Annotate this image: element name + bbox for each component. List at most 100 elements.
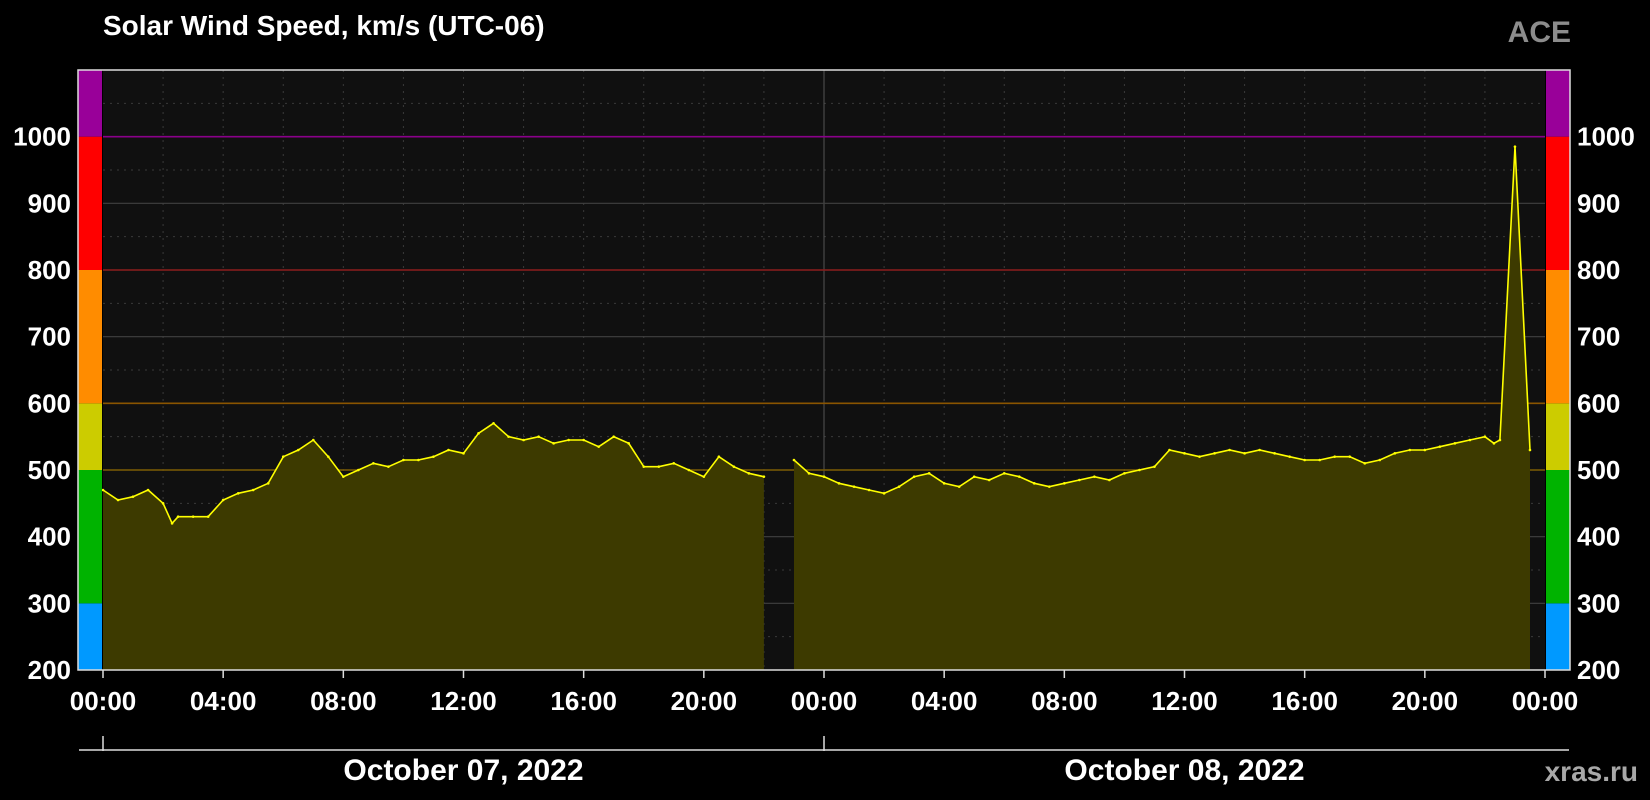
data-point: [522, 438, 525, 442]
data-point: [597, 445, 600, 448]
data-point: [176, 515, 180, 518]
x-tick-label: 08:00: [1031, 686, 1098, 716]
scale-band-right: [1546, 603, 1570, 670]
data-point: [1318, 458, 1321, 462]
data-point: [1002, 472, 1006, 475]
data-point: [372, 462, 375, 465]
data-point: [1243, 452, 1246, 455]
scale-band-left: [78, 603, 102, 670]
data-point: [432, 455, 435, 458]
y-tick-label-right: 900: [1577, 188, 1620, 218]
data-point: [1378, 458, 1382, 462]
data-point: [942, 482, 946, 485]
y-tick-label-left: 1000: [13, 122, 71, 152]
scale-band-left: [78, 403, 102, 470]
data-point: [747, 472, 751, 475]
data-point: [1423, 448, 1427, 452]
data-point: [1063, 482, 1066, 485]
data-point: [1273, 452, 1276, 455]
x-tick-label: 00:00: [1512, 686, 1579, 716]
y-tick-label-left: 900: [28, 188, 71, 218]
data-point: [266, 482, 270, 485]
data-point: [912, 475, 916, 478]
data-point: [1348, 455, 1352, 458]
data-point: [1513, 145, 1517, 148]
data-point: [807, 472, 811, 475]
x-tick-label: 04:00: [911, 686, 978, 716]
data-point: [402, 458, 405, 462]
data-point: [417, 458, 420, 462]
data-point: [191, 515, 195, 518]
data-point: [927, 472, 931, 475]
data-point: [447, 448, 450, 452]
y-tick-label-right: 700: [1577, 322, 1620, 352]
data-point: [387, 465, 390, 468]
data-point: [1492, 442, 1496, 445]
x-tick-label: 20:00: [671, 686, 738, 716]
data-point: [1393, 452, 1397, 455]
data-point: [462, 452, 465, 455]
data-point: [1468, 438, 1472, 442]
data-point: [1078, 478, 1081, 482]
data-point: [1048, 485, 1051, 488]
data-point: [251, 488, 255, 492]
data-point: [987, 478, 991, 482]
data-point: [327, 455, 330, 458]
data-point: [492, 422, 495, 425]
data-point: [582, 438, 585, 442]
data-point: [1333, 455, 1337, 458]
y-tick-label-left: 400: [28, 522, 71, 552]
x-tick-label: 16:00: [1271, 686, 1338, 716]
data-point: [236, 492, 240, 495]
data-point: [1303, 458, 1306, 462]
y-tick-label-left: 500: [28, 455, 71, 485]
data-point: [1168, 448, 1171, 452]
data-point: [1408, 448, 1412, 452]
y-tick-label-right: 800: [1577, 255, 1620, 285]
data-point: [342, 475, 345, 478]
x-tick-label: 00:00: [791, 686, 858, 716]
scale-band-right: [1546, 70, 1570, 137]
y-tick-label-right: 500: [1577, 455, 1620, 485]
scale-band-right: [1546, 270, 1570, 404]
data-point: [897, 485, 901, 488]
data-point: [170, 522, 174, 525]
data-point: [101, 488, 105, 492]
data-point: [1363, 462, 1367, 465]
data-point: [837, 482, 841, 485]
data-point: [357, 468, 360, 472]
data-point: [672, 462, 676, 465]
y-tick-label-left: 300: [28, 588, 71, 618]
date-label: October 08, 2022: [1064, 754, 1304, 787]
data-point: [882, 492, 886, 495]
data-point: [1017, 475, 1021, 478]
data-point: [131, 495, 135, 498]
scale-band-left: [78, 136, 102, 270]
y-tick-label-right: 400: [1577, 522, 1620, 552]
y-tick-label-left: 700: [28, 322, 71, 352]
y-tick-label-right: 200: [1577, 655, 1620, 685]
y-tick-label-right: 1000: [1577, 122, 1635, 152]
x-tick-label: 04:00: [190, 686, 257, 716]
data-point: [717, 455, 721, 458]
x-tick-label: 00:00: [70, 686, 137, 716]
x-tick-label: 20:00: [1392, 686, 1459, 716]
data-point: [311, 438, 315, 442]
data-point: [281, 455, 285, 458]
data-point: [146, 488, 150, 492]
solar-wind-chart: 200 200 300 300 400 400 500 500 600 600 700 700 800 8…: [13, 69, 1635, 787]
data-point: [567, 438, 570, 442]
data-point: [1228, 448, 1231, 452]
data-point: [1093, 475, 1096, 478]
data-point: [1153, 465, 1156, 468]
y-tick-label-right: 300: [1577, 588, 1620, 618]
data-point: [296, 448, 300, 452]
data-point: [972, 475, 976, 478]
data-point: [732, 465, 736, 468]
data-point: [657, 465, 661, 468]
data-point: [762, 475, 766, 478]
data-point: [852, 485, 856, 488]
data-point: [1198, 455, 1201, 458]
y-tick-label-right: 600: [1577, 388, 1620, 418]
data-point: [206, 515, 210, 518]
